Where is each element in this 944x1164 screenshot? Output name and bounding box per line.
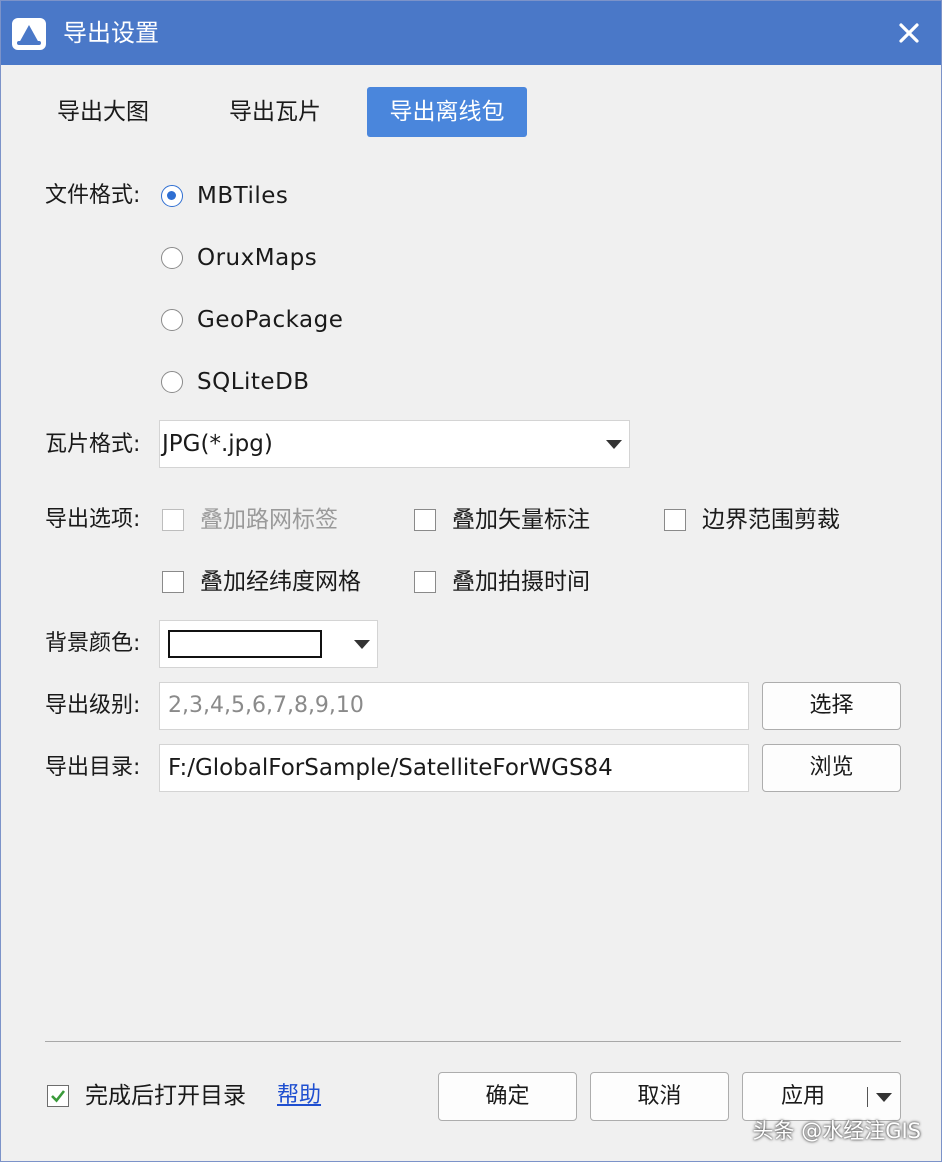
radio-oruxmaps-label: OruxMaps <box>197 245 318 271</box>
export-level-label: 导出级别: <box>45 693 141 718</box>
checkbox-capture-time[interactable] <box>414 571 436 593</box>
tab-export-big-image[interactable]: 导出大图 <box>41 87 165 137</box>
background-color-label: 背景颜色: <box>45 631 141 656</box>
radio-oruxmaps[interactable] <box>161 247 183 269</box>
tile-format-select[interactable]: JPG(*.jpg) <box>159 420 630 468</box>
close-icon[interactable] <box>889 13 929 53</box>
export-settings-dialog: 导出设置 导出大图 导出瓦片 导出离线包 文件格式: MBTiles OruxM… <box>0 0 942 1162</box>
checkbox-capture-time-text: 叠加拍摄时间 <box>452 569 590 595</box>
checkbox-vector-annotation[interactable] <box>414 509 436 531</box>
export-dir-label: 导出目录: <box>45 755 141 780</box>
export-options-label: 导出选项: <box>45 507 141 532</box>
help-link[interactable]: 帮助 <box>277 1080 321 1112</box>
checkbox-open-after[interactable] <box>47 1085 69 1107</box>
browse-button[interactable]: 浏览 <box>762 744 901 792</box>
radio-geopackage-label: GeoPackage <box>197 307 344 333</box>
file-format-label: 文件格式: <box>45 183 141 208</box>
checkbox-boundary-clip[interactable] <box>664 509 686 531</box>
background-color-select[interactable] <box>159 620 378 668</box>
tile-format-value: JPG(*.jpg) <box>162 431 273 457</box>
radio-mbtiles[interactable] <box>161 185 183 207</box>
checkbox-road-labels[interactable] <box>162 509 184 531</box>
select-level-button[interactable]: 选择 <box>762 682 901 730</box>
export-level-input[interactable]: 2,3,4,5,6,7,8,9,10 <box>159 682 749 730</box>
app-logo-icon <box>12 18 46 50</box>
apply-button-label: 应用 <box>780 1084 825 1109</box>
footer-divider <box>45 1041 901 1042</box>
chevron-down-icon <box>354 640 370 649</box>
tile-format-label: 瓦片格式: <box>45 432 141 457</box>
radio-geopackage[interactable] <box>161 309 183 331</box>
apply-split-button[interactable]: 应用 <box>742 1072 901 1121</box>
checkbox-open-after-text: 完成后打开目录 <box>85 1083 246 1109</box>
window-title: 导出设置 <box>63 19 159 47</box>
cancel-button[interactable]: 取消 <box>590 1072 729 1121</box>
chevron-down-icon <box>606 440 622 449</box>
radio-sqlitedb[interactable] <box>161 371 183 393</box>
radio-mbtiles-label: MBTiles <box>197 183 289 209</box>
tab-export-offline-package[interactable]: 导出离线包 <box>367 87 527 137</box>
radio-sqlitedb-label: SQLiteDB <box>197 369 310 395</box>
ok-button[interactable]: 确定 <box>438 1072 577 1121</box>
export-dir-input[interactable]: F:/GlobalForSample/SatelliteForWGS84 <box>159 744 749 792</box>
watermark: 头条 @水经注GIS <box>752 1119 921 1143</box>
split-divider <box>867 1087 868 1107</box>
checkbox-vector-annotation-text: 叠加矢量标注 <box>452 507 590 533</box>
color-swatch <box>168 630 322 658</box>
checkmark-icon <box>51 1090 66 1103</box>
checkbox-boundary-clip-text: 边界范围剪裁 <box>702 507 840 533</box>
chevron-down-icon[interactable] <box>876 1093 892 1102</box>
checkbox-road-labels-text: 叠加路网标签 <box>200 507 338 533</box>
title-bar: 导出设置 <box>1 1 941 65</box>
checkbox-latlon-grid-text: 叠加经纬度网格 <box>200 569 361 595</box>
checkbox-latlon-grid[interactable] <box>162 571 184 593</box>
tab-export-tiles[interactable]: 导出瓦片 <box>213 87 337 137</box>
